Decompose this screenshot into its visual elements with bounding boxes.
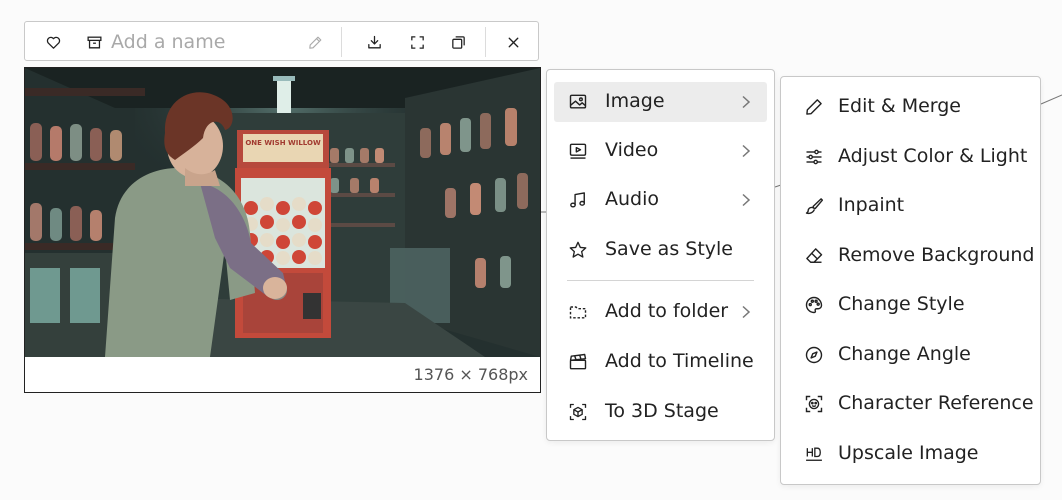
- chevron-right-icon: [739, 304, 753, 320]
- submenu-item-adjust-color-light[interactable]: Adjust Color & Light: [788, 137, 1033, 177]
- duplicate-button[interactable]: [446, 30, 470, 54]
- submenu-item-label: Change Style: [838, 293, 965, 315]
- chevron-right-icon: [739, 192, 753, 208]
- submenu-item-label: Edit & Merge: [838, 95, 961, 117]
- menu-item-label: Save as Style: [605, 238, 733, 260]
- menu-item-to-3d-stage[interactable]: To 3D Stage: [554, 392, 767, 432]
- generated-image: ONE WISH WILLOW: [25, 68, 540, 357]
- face-scan-icon: [804, 394, 824, 414]
- music-icon: [568, 190, 588, 210]
- svg-text:ONE WISH WILLOW: ONE WISH WILLOW: [245, 139, 321, 147]
- submenu-item-character-reference[interactable]: Character Reference: [788, 384, 1034, 424]
- submenu-item-change-style[interactable]: Change Style: [788, 285, 1033, 325]
- copy-icon: [451, 35, 465, 49]
- chevron-right-icon: [739, 94, 753, 110]
- image-icon: [568, 92, 588, 112]
- pencil-icon: [804, 97, 824, 117]
- palette-icon: [804, 295, 824, 315]
- submenu-item-remove-background[interactable]: Remove Background: [788, 236, 1035, 276]
- video-icon: [568, 141, 588, 161]
- submenu-item-label: Change Angle: [838, 343, 971, 365]
- cube-icon: [568, 402, 588, 422]
- menu-item-image[interactable]: Image: [554, 82, 767, 122]
- menu-divider: [567, 280, 754, 281]
- submenu-item-label: Remove Background: [838, 244, 1035, 266]
- menu-item-label: Add to folder: [605, 300, 729, 322]
- menu-item-label: Video: [605, 139, 659, 161]
- image-node[interactable]: ONE WISH WILLOW 1376 × 768px: [24, 67, 541, 393]
- toolbar-divider: [485, 27, 486, 57]
- menu-item-video[interactable]: Video: [554, 131, 767, 171]
- submenu-item-upscale-image[interactable]: Upscale Image: [788, 434, 1033, 474]
- submenu-item-label: Inpaint: [838, 194, 905, 216]
- name-input[interactable]: [111, 28, 301, 56]
- submenu-item-edit-merge[interactable]: Edit & Merge: [788, 87, 1033, 127]
- brush-icon: [804, 196, 824, 216]
- menu-item-add-to-timeline[interactable]: Add to Timeline: [554, 342, 767, 382]
- menu-item-audio[interactable]: Audio: [554, 180, 767, 220]
- image-dimensions: 1376 × 768px: [413, 365, 528, 384]
- toolbar-divider: [341, 27, 342, 57]
- submenu-item-inpaint[interactable]: Inpaint: [788, 186, 1033, 226]
- submenu-item-label: Upscale Image: [838, 442, 979, 464]
- pencil-icon: [308, 36, 321, 49]
- archive-button[interactable]: [82, 30, 106, 54]
- node-toolbar: [24, 21, 539, 61]
- menu-item-label: To 3D Stage: [605, 400, 719, 422]
- submenu-item-label: Adjust Color & Light: [838, 145, 1028, 167]
- folder-icon: [568, 302, 588, 322]
- menu-item-label: Image: [605, 90, 665, 112]
- menu-item-save-as-style[interactable]: Save as Style: [554, 230, 767, 270]
- fullscreen-icon: [410, 35, 424, 49]
- close-icon: [508, 37, 518, 47]
- menu-item-add-to-folder[interactable]: Add to folder: [554, 292, 767, 332]
- menu-item-label: Audio: [605, 188, 660, 210]
- star-icon: [568, 240, 588, 260]
- heart-icon: [46, 36, 60, 49]
- archive-icon: [86, 36, 102, 48]
- hd-icon: [804, 444, 824, 464]
- eraser-icon: [804, 246, 824, 266]
- edit-name-button[interactable]: [303, 30, 327, 54]
- context-menu: Image Video Audio Save as Style Add to f…: [546, 69, 775, 441]
- sliders-icon: [804, 147, 824, 167]
- fullscreen-button[interactable]: [405, 30, 429, 54]
- download-button[interactable]: [362, 30, 386, 54]
- submenu-item-label: Character Reference: [838, 392, 1034, 414]
- favorite-button[interactable]: [41, 30, 65, 54]
- menu-item-label: Add to Timeline: [605, 350, 754, 372]
- compass-icon: [804, 345, 824, 365]
- clapperboard-icon: [568, 352, 588, 372]
- image-submenu: Edit & Merge Adjust Color & Light Inpain…: [780, 76, 1041, 485]
- submenu-item-change-angle[interactable]: Change Angle: [788, 335, 1033, 375]
- download-icon: [367, 35, 381, 48]
- chevron-right-icon: [739, 143, 753, 159]
- close-button[interactable]: [501, 30, 525, 54]
